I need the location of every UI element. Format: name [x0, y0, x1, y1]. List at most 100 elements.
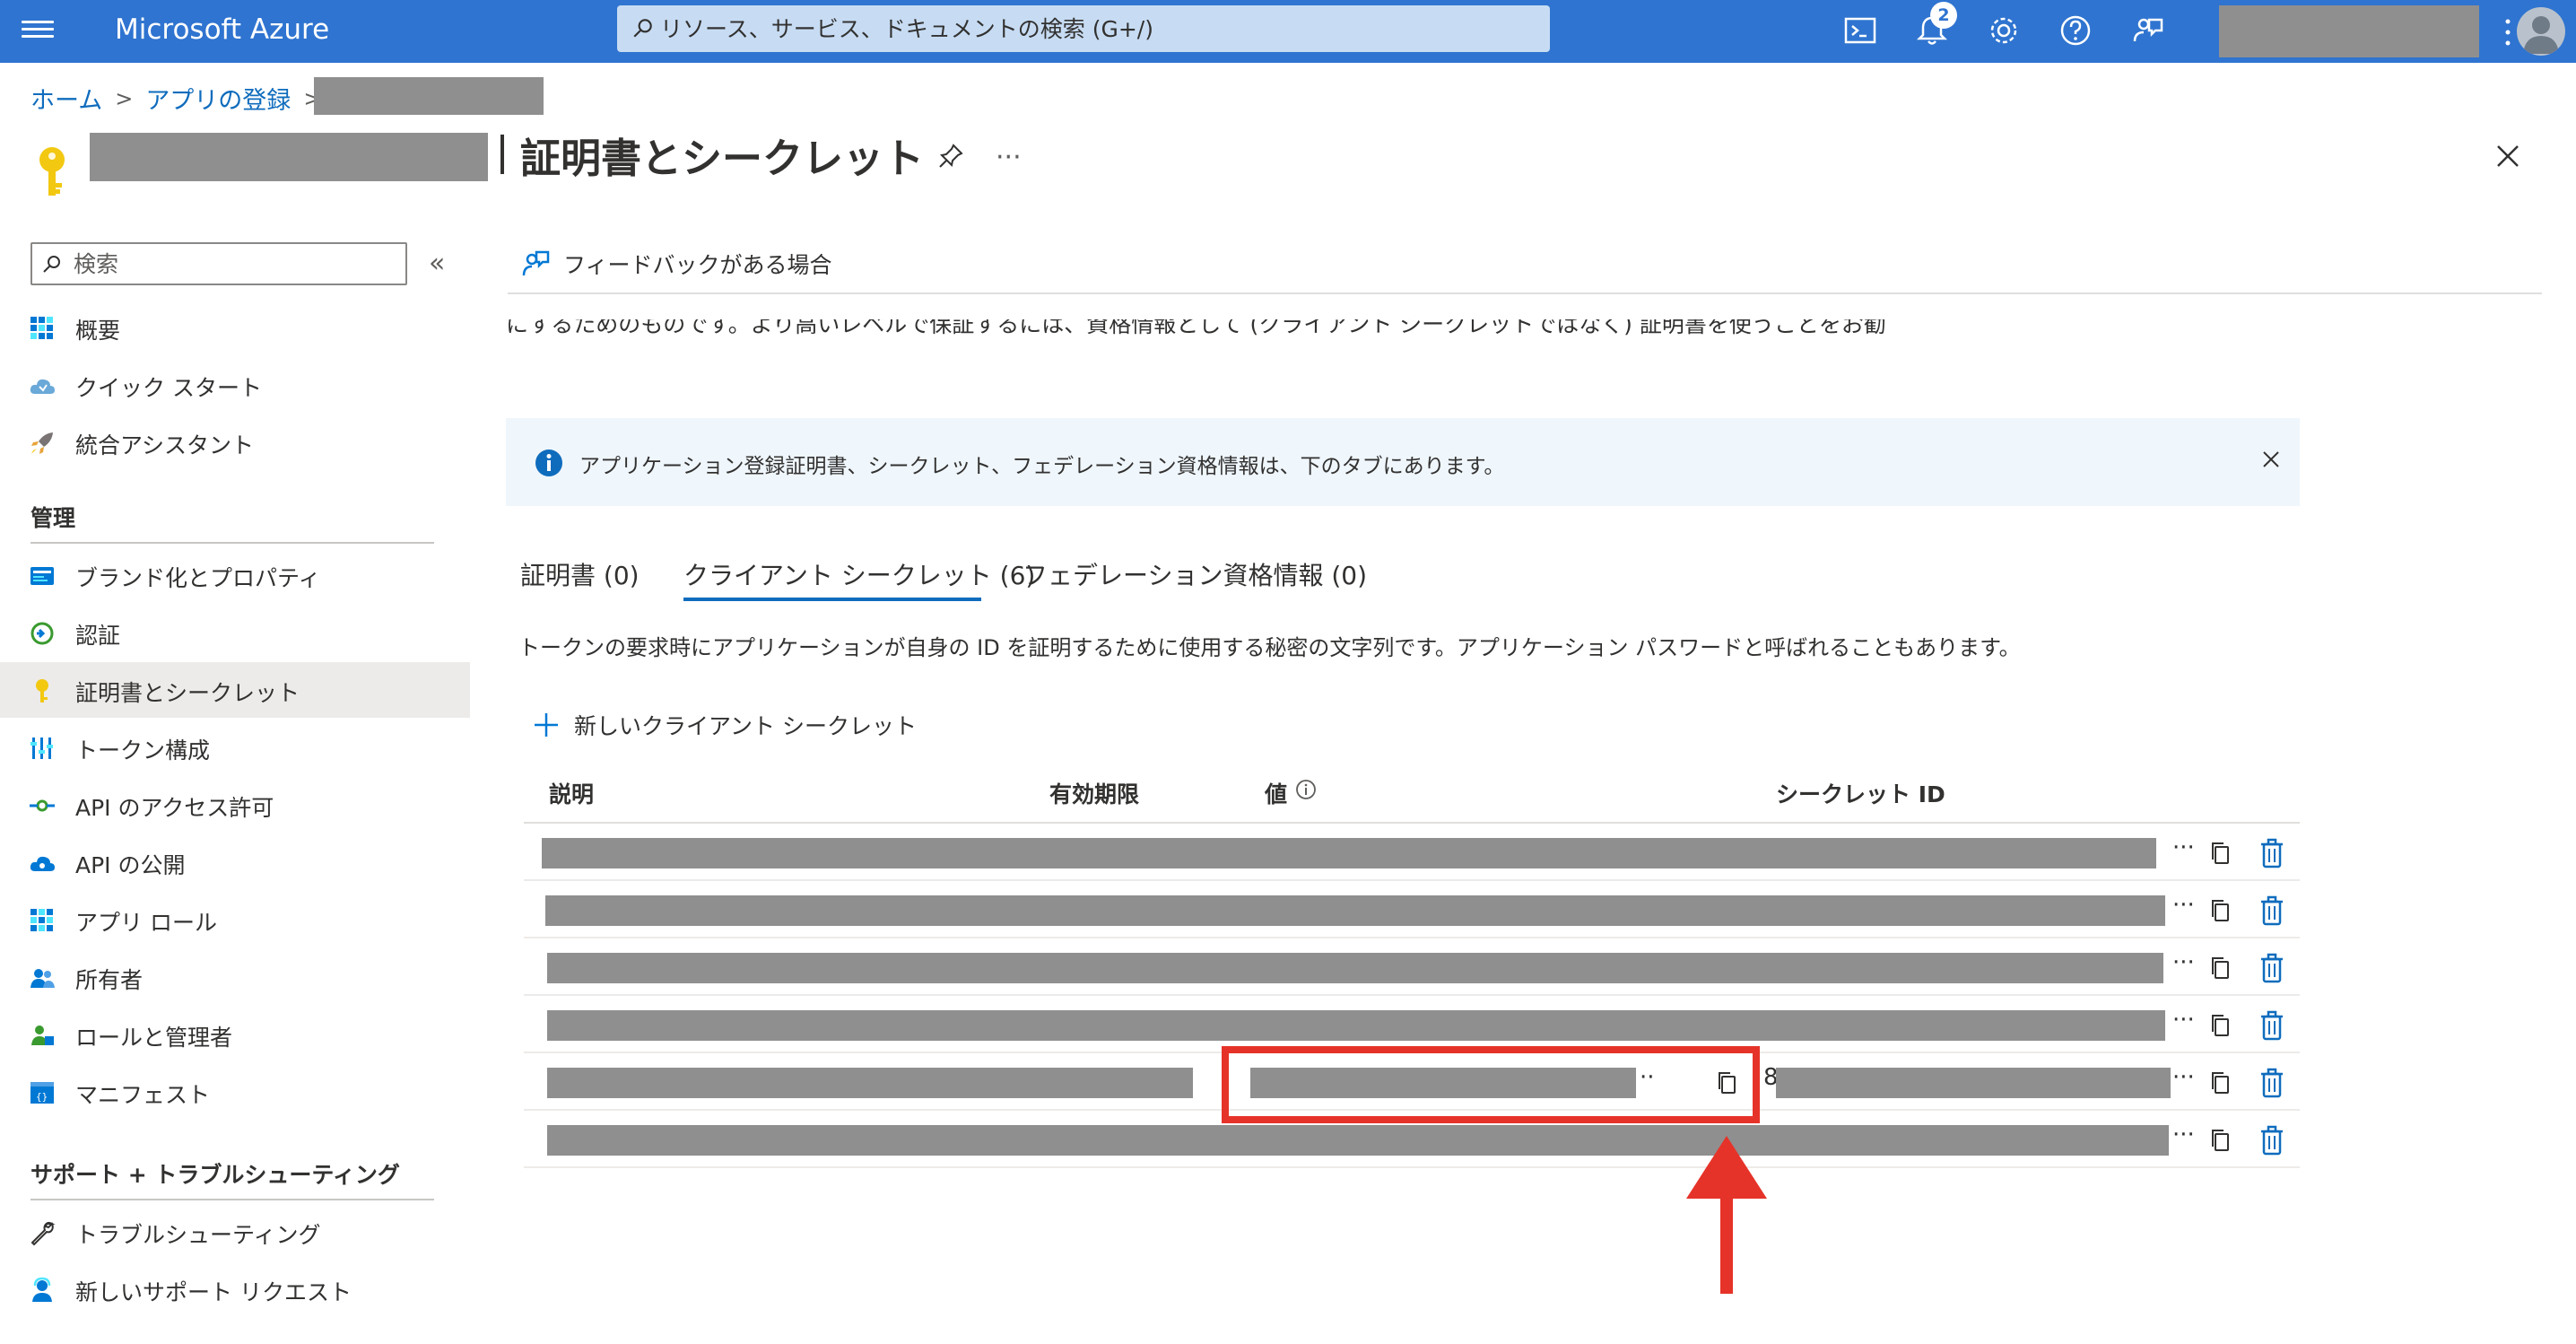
token-bars-icon [30, 737, 53, 759]
secret-id-ellipsis: ··· [2172, 892, 2195, 919]
manifest-code-icon: {} [30, 1082, 54, 1104]
delete-trash-icon[interactable] [2258, 1068, 2285, 1098]
sidebar-search[interactable] [30, 242, 407, 285]
section-divider [30, 1199, 434, 1200]
secret-id-ellipsis: ··· [2172, 1007, 2195, 1034]
tab-certificates[interactable]: 証明書 (0) [520, 556, 640, 592]
info-icon[interactable] [1295, 779, 1317, 800]
truncated-description-text: にするためのものです。より高いレベルで保証するには、資格情報として (クライアン… [506, 319, 1887, 337]
section-support-heading: サポート + トラブルシューティング [30, 1162, 400, 1188]
copy-icon[interactable] [2208, 1127, 2233, 1154]
notification-count-badge: 2 [1930, 2, 1957, 29]
close-icon[interactable] [2260, 449, 2282, 470]
sidebar-item-label: 証明書とシークレット [75, 680, 300, 706]
owners-people-icon [30, 969, 55, 988]
tab-client-secrets[interactable]: クライアント シークレット (6) [683, 556, 1035, 592]
sidebar-item-expose-api[interactable]: API の公開 [0, 834, 470, 890]
delete-trash-icon[interactable] [2258, 838, 2285, 868]
title-separator [500, 135, 504, 174]
sidebar-item-roles-admins[interactable]: ロールと管理者 [0, 1007, 470, 1062]
tab-federated-credentials[interactable]: フェデレーション資格情報 (0) [1023, 556, 1367, 592]
redacted-secret-id [1776, 1068, 2171, 1098]
column-header-expires: 有効期限 [1049, 781, 1140, 807]
feedback-command[interactable]: フィードバックがある場合 [520, 248, 832, 280]
settings-gear-icon[interactable] [1984, 11, 2023, 50]
column-header-secret-id: シークレット ID [1776, 781, 1945, 807]
sidebar-item-overview[interactable]: 概要 [0, 300, 470, 355]
delete-trash-icon[interactable] [2258, 953, 2285, 983]
sidebar-item-troubleshooting[interactable]: トラブルシューティング [0, 1204, 470, 1260]
column-header-description: 説明 [549, 781, 595, 807]
sidebar-item-api-permissions[interactable]: API のアクセス許可 [0, 777, 470, 833]
sidebar-item-manifest[interactable]: {} マニフェスト [0, 1064, 470, 1120]
page-title: 証明書とシークレット [520, 135, 925, 182]
branding-card-icon [30, 567, 54, 585]
sidebar-item-token-configuration[interactable]: トークン構成 [0, 720, 470, 775]
secret-id-ellipsis: ··· [2172, 949, 2195, 976]
user-avatar[interactable] [2517, 7, 2565, 56]
more-vertical-icon[interactable] [2504, 13, 2511, 52]
delete-trash-icon[interactable] [2258, 1010, 2285, 1041]
global-search-input[interactable] [660, 11, 1521, 47]
hamburger-menu-icon[interactable] [22, 16, 54, 45]
table-row: ··· [524, 824, 2300, 881]
new-client-secret-label: 新しいクライアント シークレット [574, 713, 917, 739]
new-client-secret-button[interactable]: 新しいクライアント シークレット [531, 709, 917, 741]
breadcrumb-app-name-redacted[interactable] [314, 77, 544, 115]
sidebar-item-authentication[interactable]: 認証 [0, 605, 470, 660]
redacted-row-content [547, 1125, 2169, 1156]
cloud-shell-icon[interactable] [1841, 11, 1880, 50]
sidebar-item-label: トラブルシューティング [75, 1222, 321, 1248]
account-info-redacted[interactable] [2219, 5, 2479, 57]
close-icon[interactable] [2493, 142, 2522, 170]
secret-id-ellipsis: ··· [2172, 1064, 2195, 1091]
collapse-sidebar-button[interactable]: « [429, 248, 445, 279]
authentication-icon [30, 622, 54, 645]
sidebar-item-label: マニフェスト [75, 1082, 211, 1108]
sidebar-item-app-roles[interactable]: アプリ ロール [0, 892, 470, 947]
copy-icon[interactable] [2208, 840, 2233, 867]
sidebar-search-input[interactable] [74, 248, 396, 280]
brand-title[interactable]: Microsoft Azure [115, 13, 329, 46]
command-bar-divider [508, 292, 2542, 294]
redacted-row-content [542, 838, 2156, 868]
sidebar-item-quickstart[interactable]: クイック スタート [0, 357, 470, 413]
top-bar: Microsoft Azure 2 [0, 0, 2576, 63]
breadcrumb-home[interactable]: ホーム [30, 81, 102, 116]
sidebar-item-label: クイック スタート [75, 375, 262, 401]
sidebar-item-label: 認証 [75, 623, 121, 649]
breadcrumb-app-registrations[interactable]: アプリの登録 [145, 81, 291, 116]
delete-trash-icon[interactable] [2258, 1125, 2285, 1156]
sidebar-item-label: 新しいサポート リクエスト [75, 1279, 352, 1305]
global-search[interactable] [617, 5, 1550, 52]
sidebar-item-label: 所有者 [75, 967, 144, 993]
sidebar-item-branding[interactable]: ブランド化とプロパティ [0, 547, 470, 603]
feedback-icon[interactable] [2128, 11, 2167, 50]
more-options-button[interactable]: ··· [996, 142, 1022, 173]
pin-icon[interactable] [936, 142, 965, 170]
section-manage-heading: 管理 [30, 505, 76, 531]
sidebar-item-certificates-secrets[interactable]: 証明書とシークレット [0, 662, 470, 718]
search-icon [633, 19, 652, 38]
redacted-row-content [545, 895, 2165, 926]
feedback-icon [522, 250, 550, 276]
sidebar-item-new-support-request[interactable]: 新しいサポート リクエスト [0, 1261, 470, 1317]
app-roles-grid-icon [30, 909, 53, 931]
person-icon [2523, 16, 2559, 54]
redacted-row-content [547, 953, 2163, 983]
chevron-right-icon: > [115, 85, 134, 111]
up-arrow-annotation-icon [1686, 1136, 1767, 1294]
copy-icon[interactable] [2208, 955, 2233, 982]
sidebar-item-label: API の公開 [75, 852, 186, 878]
help-icon[interactable] [2056, 11, 2095, 50]
sidebar-item-label: アプリ ロール [75, 910, 217, 936]
sidebar-item-owners[interactable]: 所有者 [0, 949, 470, 1005]
copy-icon[interactable] [2208, 897, 2233, 924]
table-row: ··· [524, 881, 2300, 938]
delete-trash-icon[interactable] [2258, 895, 2285, 926]
copy-icon[interactable] [2208, 1012, 2233, 1039]
info-banner-text: アプリケーション登録証明書、シークレット、フェデレーション資格情報は、下のタブに… [579, 455, 1505, 478]
sidebar-item-integration-assistant[interactable]: 統合アシスタント [0, 415, 470, 470]
expose-api-cloud-icon [30, 856, 55, 871]
copy-icon[interactable] [2208, 1069, 2233, 1096]
